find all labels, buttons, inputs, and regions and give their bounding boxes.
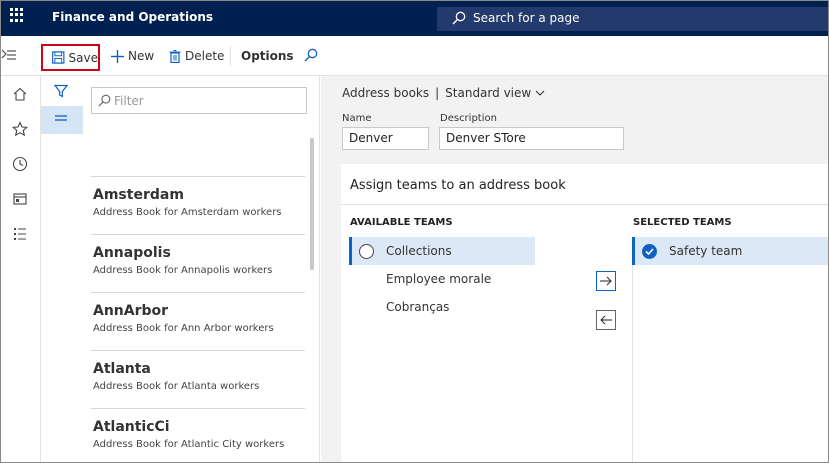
list-item[interactable]: Annapolis Address Book for Annapolis wor… [91,234,305,292]
team-name: Safety team [669,244,743,258]
breadcrumb-title: Address books [342,86,430,100]
select-radio[interactable] [359,244,374,259]
team-name: Cobranças [386,300,450,314]
remove-team-button[interactable] [596,310,616,330]
breadcrumb-separator: | [435,86,440,100]
available-teams-header: AVAILABLE TEAMS [350,217,453,228]
available-team-row[interactable]: Collections [349,237,535,265]
save-icon [52,51,65,64]
list-item[interactable]: Atlanta Address Book for Atlanta workers [91,350,305,408]
save-button[interactable]: Save [41,44,100,71]
list-item[interactable]: AnnArbor Address Book for Ann Arbor work… [91,292,305,350]
selected-teams-column [632,237,828,462]
plus-icon [111,49,124,63]
list-item-title: Annapolis [93,245,171,261]
star-icon[interactable] [12,121,28,137]
list-scrollbar[interactable] [310,138,314,270]
list-item[interactable]: AtlanticCi Address Book for Atlantic Cit… [91,408,305,462]
breadcrumb: Address books | Standard view [342,86,545,100]
address-book-list: Amsterdam Address Book for Amsterdam wor… [91,176,305,462]
options-button-label: Options [241,49,294,63]
arrow-left-icon [600,315,612,325]
new-button-label: New [128,49,155,63]
list-item-title: Atlanta [93,361,151,377]
list-item-title: Amsterdam [93,187,184,203]
description-field[interactable]: Denver STore [439,127,624,150]
save-button-label: Save [68,50,98,65]
checkmark-icon[interactable] [642,244,657,259]
list-item-subtitle: Address Book for Amsterdam workers [93,207,282,218]
app-title: Finance and Operations [52,10,214,24]
chevron-down-icon [535,90,545,96]
card-title: Assign teams to an address book [350,178,566,193]
clock-icon[interactable] [12,156,28,172]
left-nav [1,76,41,462]
selected-teams-header: SELECTED TEAMS [633,217,732,228]
modules-icon[interactable] [12,226,28,242]
trash-icon [169,49,181,63]
list-item-subtitle: Address Book for Atlantic City workers [93,439,285,450]
card-divider [341,204,828,205]
selected-team-row[interactable]: Safety team [632,237,828,265]
filter-field[interactable] [91,87,307,114]
details-pane: Address books | Standard view Name Denve… [321,76,828,462]
selected-teams-list: Safety team [632,237,828,265]
list-icon [55,115,67,121]
team-name: Collections [386,244,452,258]
app-launcher-icon[interactable] [10,8,24,22]
view-selector[interactable]: Standard view [445,86,545,100]
options-button[interactable]: Options [241,49,294,63]
add-team-button[interactable] [596,271,616,291]
list-item-title: AnnArbor [93,303,169,319]
name-label: Name [342,113,372,124]
search-icon [452,11,466,25]
search-icon[interactable] [304,48,318,62]
assign-teams-card: Assign teams to an address book AVAILABL… [341,164,828,462]
list-item-subtitle: Address Book for Atlanta workers [93,381,260,392]
workspace-icon[interactable] [12,191,28,207]
available-team-row[interactable]: Employee morale [349,265,535,293]
filter-input[interactable] [114,91,299,110]
list-toolbar [41,76,83,462]
filter-icon[interactable] [54,84,68,98]
list-item-title: AtlanticCi [93,419,170,435]
arrow-right-icon [600,276,612,286]
search-icon [98,94,111,107]
list-view-toggle[interactable] [41,106,83,134]
team-name: Employee morale [386,272,492,286]
name-field[interactable]: Denver [342,127,429,150]
home-icon[interactable] [12,86,28,102]
app-window: Finance and Operations Search for a page… [0,0,829,463]
available-teams-list: Collections Employee morale Cobranças [349,237,535,321]
list-item[interactable]: Amsterdam Address Book for Amsterdam wor… [91,176,305,234]
list-item-subtitle: Address Book for Annapolis workers [93,265,273,276]
page-search-placeholder: Search for a page [473,11,580,25]
top-bar: Finance and Operations Search for a page [1,1,828,36]
list-item-subtitle: Address Book for Ann Arbor workers [93,323,274,334]
new-button[interactable]: New [111,49,154,63]
delete-button[interactable]: Delete [169,49,224,63]
address-book-list-pane: Amsterdam Address Book for Amsterdam wor… [83,76,320,462]
delete-button-label: Delete [185,49,225,63]
page-search[interactable]: Search for a page [437,7,828,31]
available-team-row[interactable]: Cobranças [349,293,535,321]
action-divider [230,46,231,66]
description-label: Description [440,113,497,124]
action-pane: Save New Delete Options [1,36,828,76]
nav-toggle-icon[interactable] [1,47,17,63]
view-selector-label: Standard view [445,86,532,100]
